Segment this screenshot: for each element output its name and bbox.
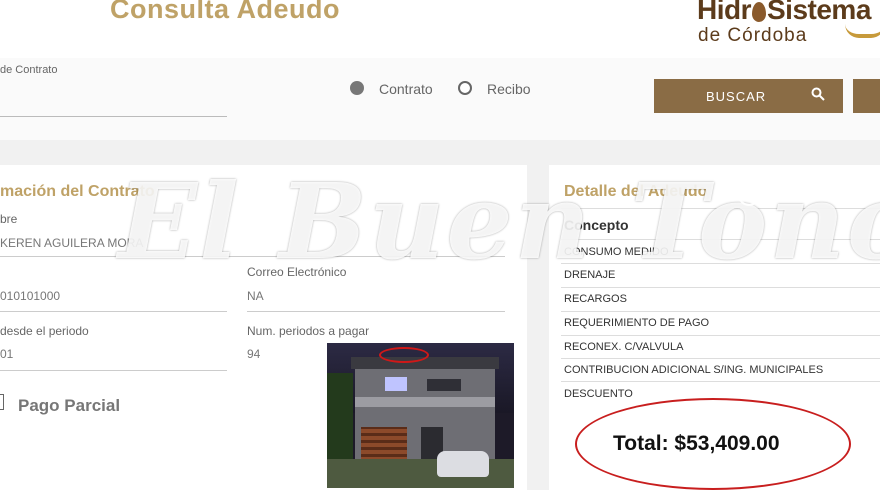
radio-contrato[interactable] [350, 81, 364, 95]
logo-text-a: Hidr [697, 0, 752, 25]
radio-recibo-label[interactable]: Recibo [487, 81, 531, 97]
buscar-button[interactable]: BUSCAR [654, 79, 843, 113]
row-divider [561, 311, 880, 312]
desde-periodo-underline [0, 370, 227, 371]
hidrosistema-logo: Hidr Sistema de Córdoba [695, 0, 880, 54]
row-divider [561, 287, 880, 288]
radio-contrato-label[interactable]: Contrato [379, 81, 433, 97]
row-divider [561, 381, 880, 382]
contract-number-label: de Contrato [0, 64, 58, 76]
correo-value: NA [247, 289, 264, 303]
radio-recibo[interactable] [458, 81, 472, 95]
row-divider [561, 335, 880, 336]
row-divider [561, 358, 880, 359]
concepto-item: REQUERIMIENTO DE PAGO [564, 317, 710, 329]
concepto-item: CONTRIBUCION ADICIONAL S/ING. MUNICIPALE… [564, 364, 824, 376]
house-photo [327, 343, 514, 488]
car-in-photo [437, 451, 489, 477]
red-annotation-circle [379, 347, 429, 363]
nombre-label: bre [0, 212, 18, 226]
watermark: El Buen Tono [118, 160, 880, 283]
desde-periodo-label: desde el periodo [0, 324, 89, 338]
logo-text-b: Sistema [767, 0, 871, 25]
page-title: Consulta Adeudo [110, 0, 340, 24]
logo-swoosh [845, 24, 880, 38]
numero-underline [0, 311, 227, 312]
concepto-item: RECARGOS [564, 293, 627, 305]
concepto-item: RECONEX. C/VALVULA [564, 341, 684, 353]
desde-periodo-value: 01 [0, 347, 14, 361]
numero-value: 010101000 [0, 289, 61, 303]
search-icon [811, 87, 825, 101]
header: Consulta Adeudo Hidr Sistema de Córdoba [0, 0, 880, 58]
secondary-button[interactable] [853, 79, 880, 113]
total-amount: Total: $53,409.00 [613, 432, 780, 455]
contract-number-input[interactable] [0, 116, 227, 117]
concepto-item: DESCUENTO [564, 388, 633, 400]
water-drop-icon [752, 2, 766, 22]
pago-parcial-checkbox[interactable] [0, 394, 4, 410]
buscar-button-label: BUSCAR [706, 89, 767, 104]
logo-subtitle: de Córdoba [698, 25, 808, 46]
registered-mark: ® [738, 184, 760, 206]
correo-underline [247, 311, 505, 312]
pago-parcial-label[interactable]: Pago Parcial [18, 396, 120, 416]
num-periodos-label: Num. periodos a pagar [247, 324, 370, 338]
num-periodos-value: 94 [247, 347, 261, 361]
